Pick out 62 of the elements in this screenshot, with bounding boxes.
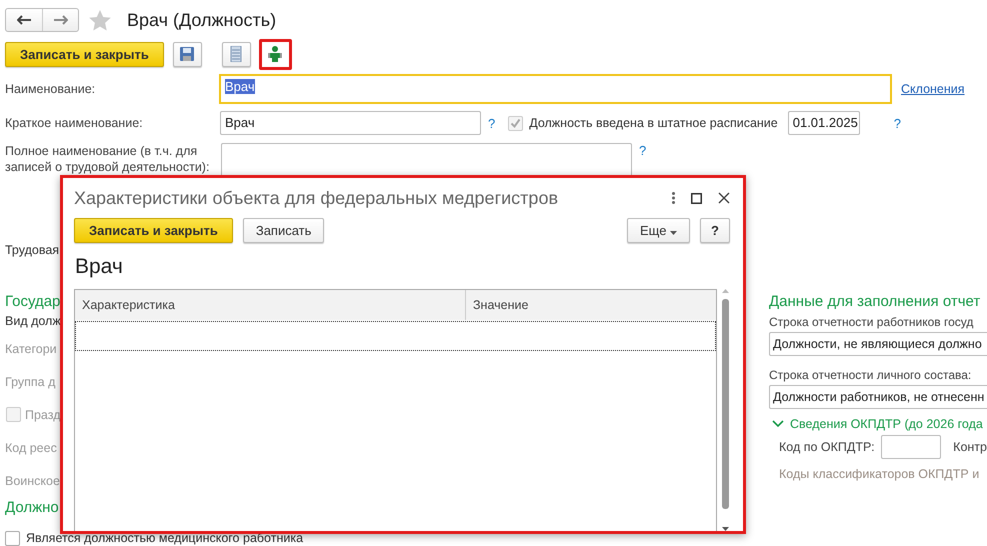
column-header[interactable]: Значение	[466, 290, 716, 320]
caret-icon	[670, 231, 678, 235]
field-label: Краткое наименование:	[5, 116, 144, 130]
help-link[interactable]: ?	[488, 116, 496, 130]
maximize-button[interactable]	[691, 192, 702, 204]
square-icon	[691, 192, 702, 204]
person-icon	[267, 46, 284, 62]
close-icon	[718, 192, 730, 204]
kebab-menu-icon	[672, 192, 675, 204]
field-label: Категори	[5, 342, 57, 356]
column-header[interactable]: Характеристика	[75, 290, 466, 320]
more-button[interactable]: Еще	[626, 218, 690, 243]
field-label: Полное наименование (в т.ч. для записей о трудовой деятельности):	[5, 143, 210, 175]
field-label: Контр	[953, 440, 987, 454]
field-label: Код реес	[5, 440, 57, 454]
checkbox-label: Должность введена в штатное расписание	[529, 116, 778, 130]
window-title: Врач (Должность)	[127, 10, 276, 30]
more-menu-button[interactable]	[672, 192, 675, 204]
field-label: Наименование:	[5, 82, 96, 96]
star-icon	[89, 10, 111, 30]
declensions-link[interactable]: Склонения	[901, 82, 965, 96]
field-label: Строка отчетности работников госуд	[769, 315, 974, 329]
checkbox-label: Является должностью медицинского работника	[26, 531, 304, 545]
field-label: Воинское	[5, 474, 60, 488]
section-heading: Должно	[5, 499, 59, 516]
checkbox[interactable]	[5, 530, 20, 546]
help-link[interactable]: ?	[639, 143, 646, 158]
section-heading: Государ	[5, 293, 60, 310]
section-heading: Данные для заполнения отчет	[769, 293, 980, 310]
table-row[interactable]	[75, 321, 716, 351]
dialog-title: Характеристики объекта для федеральных медрегистров	[74, 188, 560, 208]
report-line-field[interactable]: Должности работников, не отнесенн	[769, 385, 987, 409]
name-field[interactable]: Врач	[219, 74, 892, 104]
chevron-down-icon	[772, 420, 784, 428]
save-and-close-button[interactable]: Записать и закрыть	[5, 42, 164, 66]
field-label: Вид долж	[5, 314, 61, 328]
left-arrow-icon	[17, 15, 31, 25]
close-button[interactable]	[718, 192, 730, 204]
save-and-close-button[interactable]: Записать и закрыть	[74, 218, 233, 243]
field-label: Группа д	[5, 374, 56, 388]
help-button[interactable]: ?	[700, 218, 730, 243]
checkbox-label: Празд	[25, 408, 60, 422]
field-label: Строка отчетности личного состава:	[769, 368, 972, 382]
up-caret-icon	[722, 289, 729, 293]
group-toggle[interactable]: Сведения ОКПДТР (до 2026 года	[772, 417, 987, 431]
field-label: Трудовая	[5, 243, 60, 257]
list-icon	[228, 46, 244, 62]
help-link[interactable]: ?	[894, 116, 901, 130]
date-field[interactable]: 01.01.2025	[788, 111, 860, 135]
report-line-field[interactable]: Должности, не являющиеся должно	[769, 332, 987, 356]
code-field[interactable]	[880, 435, 942, 459]
list-button[interactable]	[222, 42, 251, 66]
save-button[interactable]: Записать	[242, 218, 324, 243]
scrollbar[interactable]	[721, 289, 730, 531]
down-caret-icon	[722, 527, 729, 531]
person-button[interactable]	[258, 38, 292, 70]
field-label: Код по ОКПДТР:	[779, 440, 875, 454]
short-name-field[interactable]: Врач	[220, 111, 481, 135]
object-heading: Врач	[75, 255, 124, 279]
floppy-disk-button[interactable]	[172, 42, 202, 66]
note-text: Коды классификаторов ОКПДТР и	[779, 467, 980, 481]
right-arrow-icon	[54, 15, 68, 25]
